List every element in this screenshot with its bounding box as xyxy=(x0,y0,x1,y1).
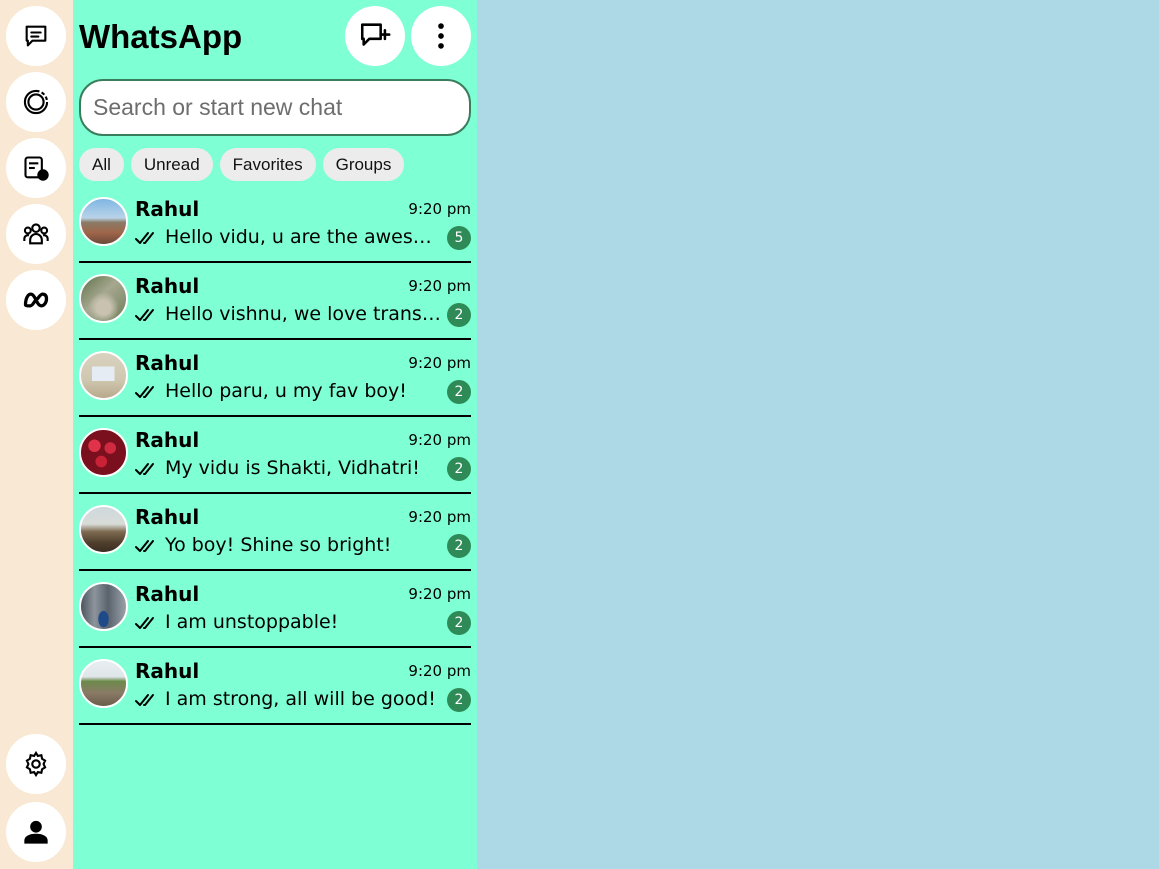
avatar xyxy=(79,197,128,246)
chat-name: Rahul xyxy=(135,505,200,529)
chat-last-message: I am strong, all will be good! xyxy=(165,688,436,710)
chat-time: 9:20 pm xyxy=(408,585,471,603)
chat-item[interactable]: Rahul 9:20 pm My vidu is Shakti, Vidhatr… xyxy=(79,417,471,494)
communities-button[interactable] xyxy=(6,204,66,264)
double-check-icon xyxy=(135,540,154,552)
unread-badge: 2 xyxy=(447,303,471,327)
chat-last-message: Yo boy! Shine so bright! xyxy=(165,534,392,556)
chat-time: 9:20 pm xyxy=(408,277,471,295)
double-check-icon xyxy=(135,232,154,244)
chat-time: 9:20 pm xyxy=(408,354,471,372)
chat-last-message: My vidu is Shakti, Vidhatri! xyxy=(165,457,420,479)
chat-time: 9:20 pm xyxy=(408,662,471,680)
meta-ai-icon xyxy=(23,292,49,308)
avatar xyxy=(79,582,128,631)
chat-last-message: Hello vishnu, we love transformers! xyxy=(165,303,441,325)
chat-item[interactable]: Rahul 9:20 pm Hello vidu, u are the awes… xyxy=(79,186,471,263)
double-check-icon xyxy=(135,463,154,475)
chats-icon xyxy=(25,25,47,47)
filter-groups[interactable]: Groups xyxy=(322,148,405,181)
search-input[interactable] xyxy=(81,81,469,134)
chats-button[interactable] xyxy=(6,6,66,66)
more-options-button[interactable] xyxy=(411,6,471,66)
chat-item[interactable]: Rahul 9:20 pm Hello vishnu, we love tran… xyxy=(79,263,471,340)
chat-time: 9:20 pm xyxy=(408,431,471,449)
profile-button[interactable] xyxy=(6,802,66,862)
chat-name: Rahul xyxy=(135,351,200,375)
unread-badge: 5 xyxy=(447,226,471,250)
communities-icon xyxy=(23,223,49,245)
new-chat-icon xyxy=(360,23,391,46)
unread-badge: 2 xyxy=(447,534,471,558)
chat-item[interactable]: Rahul 9:20 pm Yo boy! Shine so bright! 2 xyxy=(79,494,471,571)
chat-time: 9:20 pm xyxy=(408,508,471,526)
chat-name: Rahul xyxy=(135,274,200,298)
double-check-icon xyxy=(135,694,154,706)
chat-name: Rahul xyxy=(135,428,200,452)
meta-ai-button[interactable] xyxy=(6,270,66,330)
avatar xyxy=(79,428,128,477)
double-check-icon xyxy=(135,386,154,398)
search-box xyxy=(79,79,471,136)
double-check-icon xyxy=(135,309,154,321)
double-check-icon xyxy=(135,617,154,629)
chat-item[interactable]: Rahul 9:20 pm Hello paru, u my fav boy! … xyxy=(79,340,471,417)
chat-last-message: Hello vidu, u are the awesome girl! xyxy=(165,226,441,248)
chat-list: Rahul 9:20 pm Hello vidu, u are the awes… xyxy=(79,186,471,725)
chat-name: Rahul xyxy=(135,582,200,606)
filter-favorites[interactable]: Favorites xyxy=(219,148,316,181)
avatar xyxy=(79,351,128,400)
unread-badge: 2 xyxy=(447,457,471,481)
unread-badge: 2 xyxy=(447,688,471,712)
nav-rail xyxy=(0,0,73,869)
unread-badge: 2 xyxy=(447,380,471,404)
new-chat-button[interactable] xyxy=(345,6,405,66)
channels-button[interactable] xyxy=(6,138,66,198)
filter-all[interactable]: All xyxy=(79,148,124,181)
conversation-pane xyxy=(477,0,1159,869)
avatar xyxy=(79,274,128,323)
chat-last-message: I am unstoppable! xyxy=(165,611,339,633)
settings-button[interactable] xyxy=(6,734,66,794)
avatar xyxy=(79,659,128,708)
avatar xyxy=(79,505,128,554)
chat-name: Rahul xyxy=(135,197,200,221)
status-icon xyxy=(23,89,49,115)
chat-time: 9:20 pm xyxy=(408,200,471,218)
status-button[interactable] xyxy=(6,72,66,132)
chat-list-panel: WhatsApp All Unread Favorites Groups Rah… xyxy=(73,0,477,869)
chat-item[interactable]: Rahul 9:20 pm I am strong, all will be g… xyxy=(79,648,471,725)
filter-unread[interactable]: Unread xyxy=(130,148,213,181)
more-options-icon xyxy=(438,23,444,49)
settings-icon xyxy=(25,750,47,778)
unread-badge: 2 xyxy=(447,611,471,635)
chat-name: Rahul xyxy=(135,659,200,683)
app-title: WhatsApp xyxy=(79,18,243,55)
channels-icon xyxy=(24,156,49,181)
chat-item[interactable]: Rahul 9:20 pm I am unstoppable! 2 xyxy=(79,571,471,648)
chat-last-message: Hello paru, u my fav boy! xyxy=(165,380,407,402)
profile-icon xyxy=(24,820,48,844)
filter-chips: All Unread Favorites Groups xyxy=(79,148,405,181)
